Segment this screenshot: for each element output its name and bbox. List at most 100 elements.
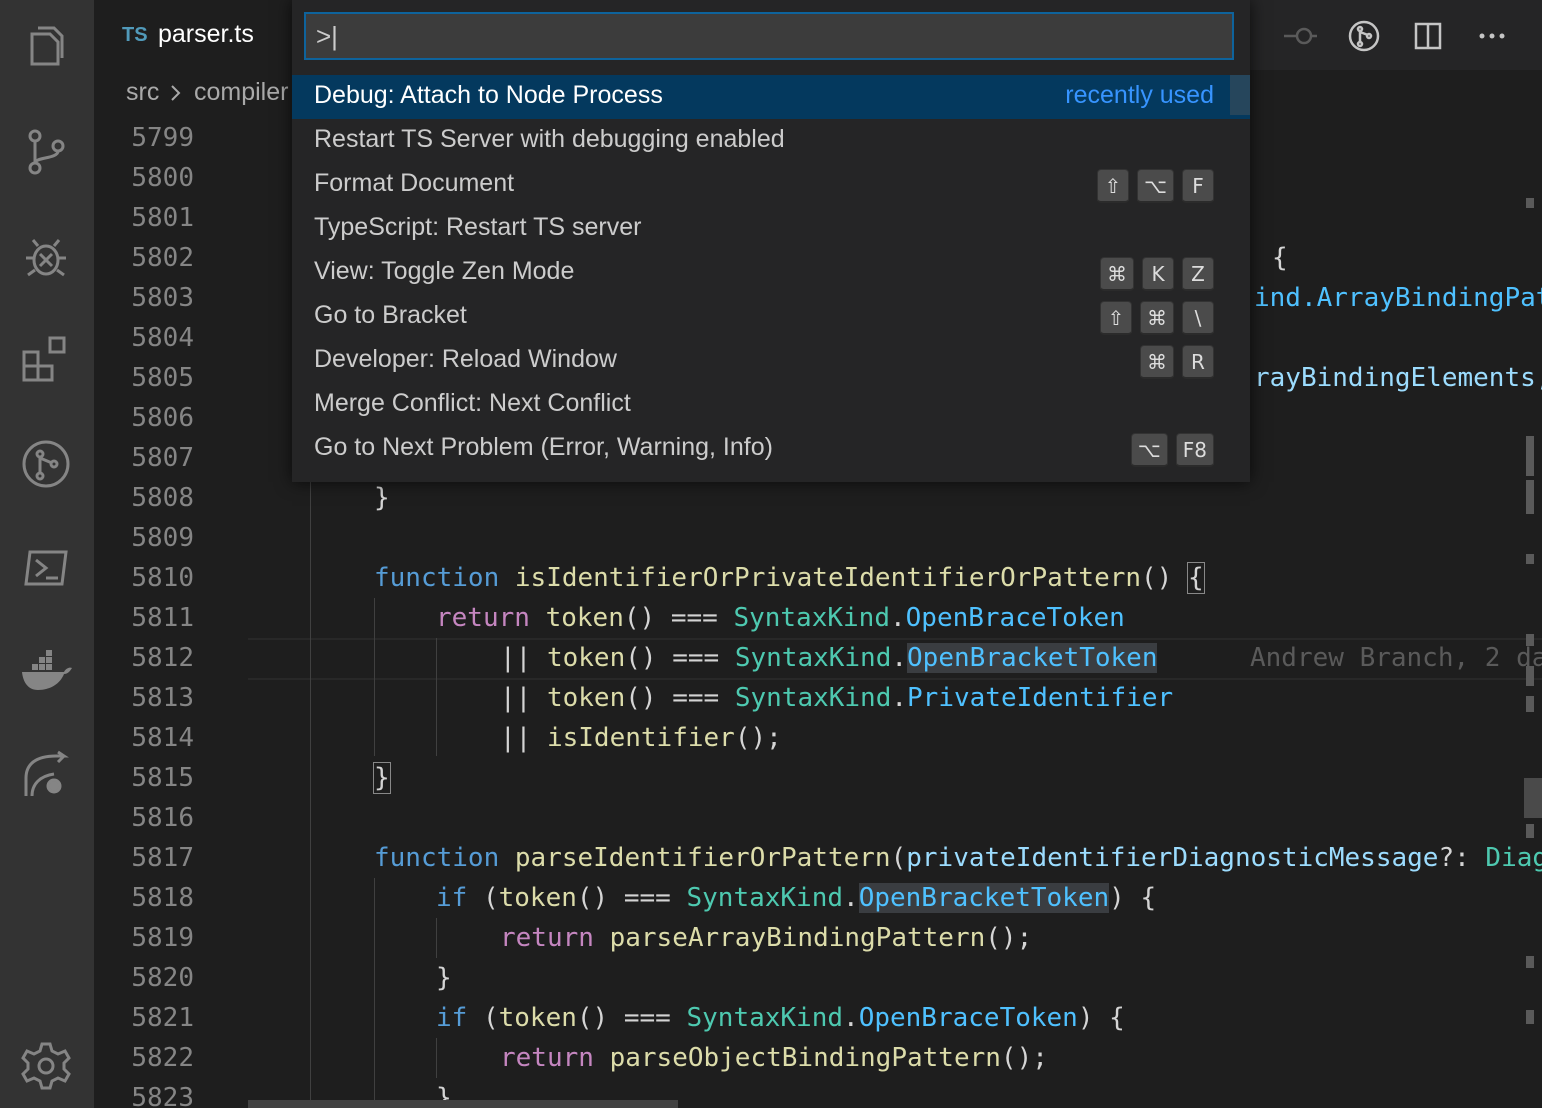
explorer-icon[interactable] [18, 20, 74, 76]
command-item[interactable]: Go to Next Problem (Error, Warning, Info… [292, 427, 1250, 471]
breadcrumb-compiler[interactable]: compiler [194, 78, 288, 107]
code-line-5811: return token() === SyntaxKind.OpenBraceT… [436, 603, 1125, 633]
chevron-right-icon [168, 78, 184, 115]
split-editor-icon[interactable] [1408, 16, 1448, 56]
keybinding: ⇧ ⌘ \ [1100, 301, 1214, 335]
git-lens-icon[interactable] [1344, 16, 1384, 56]
ruler-mark [1526, 824, 1534, 838]
line-number: 5814 [131, 723, 194, 753]
key-cap: ⇧ [1100, 301, 1132, 335]
code-line-5808: } [374, 483, 390, 513]
indent-guide [436, 1038, 437, 1078]
ruler-mark [1526, 956, 1534, 968]
code-line-5818: if (token() === SyntaxKind.OpenBracketTo… [436, 883, 1157, 913]
activity-bar [0, 0, 94, 1108]
command-item[interactable]: Developer: Reload Window ⌘ R [292, 339, 1250, 383]
code-line-5822: return parseObjectBindingPattern(); [500, 1043, 1048, 1073]
indent-guide [374, 598, 375, 756]
keybinding: ⇧ ⌥ F [1096, 169, 1214, 203]
line-number: 5811 [131, 603, 194, 633]
key-cap: F8 [1175, 433, 1214, 467]
code-line-5805: rayBindingElements, [1254, 363, 1542, 393]
docker-icon[interactable] [18, 644, 74, 700]
typescript-file-icon: TS [122, 24, 148, 46]
line-number: 5813 [131, 683, 194, 713]
command-item[interactable]: Debug: Attach to Node Process recently us… [292, 75, 1250, 119]
line-number: 5807 [131, 443, 194, 473]
line-number: 5804 [131, 323, 194, 353]
debug-icon[interactable] [18, 228, 74, 284]
settings-gear-icon[interactable] [18, 1038, 74, 1094]
key-cap: ⌘ [1100, 257, 1134, 291]
line-number: 5810 [131, 563, 194, 593]
indent-guide [374, 878, 375, 1108]
horizontal-scrollbar[interactable] [248, 1100, 678, 1108]
command-label: Merge Conflict: Next Conflict [314, 389, 631, 417]
line-number-gutter: 5799 5800 5801 5802 5803 5804 5805 5806 5807 5808… [94, 114, 248, 1108]
line-number: 5799 [131, 123, 194, 153]
ruler-mark [1526, 634, 1534, 646]
key-cap: R [1182, 345, 1214, 379]
key-cap: ⇧ [1096, 169, 1129, 203]
line-number: 5823 [131, 1083, 194, 1108]
command-label: Restart TS Server with debugging enabled [314, 125, 785, 153]
command-label: Format Document [314, 169, 515, 197]
line-number: 5802 [131, 243, 194, 273]
line-number: 5816 [131, 803, 194, 833]
ruler-slider[interactable] [1524, 778, 1542, 818]
tab-parser-ts[interactable]: TS parser.ts [94, 0, 294, 70]
extensions-icon[interactable] [18, 332, 74, 388]
ruler-mark [1526, 696, 1534, 712]
ruler-mark [1526, 554, 1534, 564]
command-label: Go to Next Problem (Error, Warning, Info… [314, 433, 773, 461]
breadcrumb-src[interactable]: src [126, 78, 159, 107]
line-number: 5820 [131, 963, 194, 993]
more-actions-icon[interactable] [1472, 16, 1512, 56]
key-cap: Z [1182, 257, 1214, 291]
source-control-icon[interactable] [18, 124, 74, 180]
key-cap: K [1142, 257, 1174, 291]
key-cap: ⌘ [1140, 301, 1174, 335]
code-line-5803: ind.ArrayBindingPat [1254, 283, 1542, 313]
recently-used-badge: recently used [1065, 81, 1214, 109]
command-label: Developer: Reload Window [314, 345, 617, 373]
ruler-mark [1526, 198, 1534, 208]
key-cap: ⌘ [1140, 345, 1174, 379]
code-line-5814: || isIdentifier(); [500, 723, 782, 753]
line-number: 5817 [131, 843, 194, 873]
code-line-5813: || token() === SyntaxKind.PrivateIdentif… [500, 683, 1174, 713]
command-item[interactable]: Format Document ⇧ ⌥ F [292, 163, 1250, 207]
line-number: 5803 [131, 283, 194, 313]
command-palette-input[interactable] [304, 12, 1234, 60]
line-number: 5818 [131, 883, 194, 913]
line-number: 5809 [131, 523, 194, 553]
key-cap: \ [1182, 301, 1214, 335]
command-item[interactable]: Merge Conflict: Next Conflict [292, 383, 1250, 427]
code-line-5815: } [373, 762, 391, 794]
git-graph-icon[interactable] [18, 436, 74, 492]
command-item[interactable]: Restart TS Server with debugging enabled [292, 119, 1250, 163]
command-label: View: Toggle Zen Mode [314, 257, 575, 285]
palette-scrollbar[interactable] [1230, 75, 1250, 115]
command-label: TypeScript: Restart TS server [314, 213, 642, 241]
line-number: 5806 [131, 403, 194, 433]
line-number: 5808 [131, 483, 194, 513]
line-number: 5812 [131, 643, 194, 673]
open-changes-icon[interactable] [1280, 16, 1320, 56]
command-item[interactable]: Go to Bracket ⇧ ⌘ \ [292, 295, 1250, 339]
command-item[interactable]: View: Toggle Zen Mode ⌘ K Z [292, 251, 1250, 295]
keybinding: ⌘ R [1140, 345, 1214, 379]
ruler-mark [1526, 436, 1534, 476]
tab-label: parser.ts [158, 20, 254, 48]
code-line-5817: function parseIdentifierOrPattern(privat… [374, 843, 1542, 873]
command-palette: Debug: Attach to Node Process recently us… [292, 0, 1250, 482]
indent-guide [436, 918, 437, 958]
line-number: 5819 [131, 923, 194, 953]
key-cap: F [1182, 169, 1214, 203]
terminal-icon[interactable] [18, 540, 74, 596]
ruler-mark [1526, 666, 1534, 686]
remote-explorer-icon[interactable] [18, 748, 74, 804]
code-line-5802: { [1272, 243, 1288, 273]
overview-ruler[interactable] [1516, 114, 1542, 1108]
command-item[interactable]: TypeScript: Restart TS server [292, 207, 1250, 251]
